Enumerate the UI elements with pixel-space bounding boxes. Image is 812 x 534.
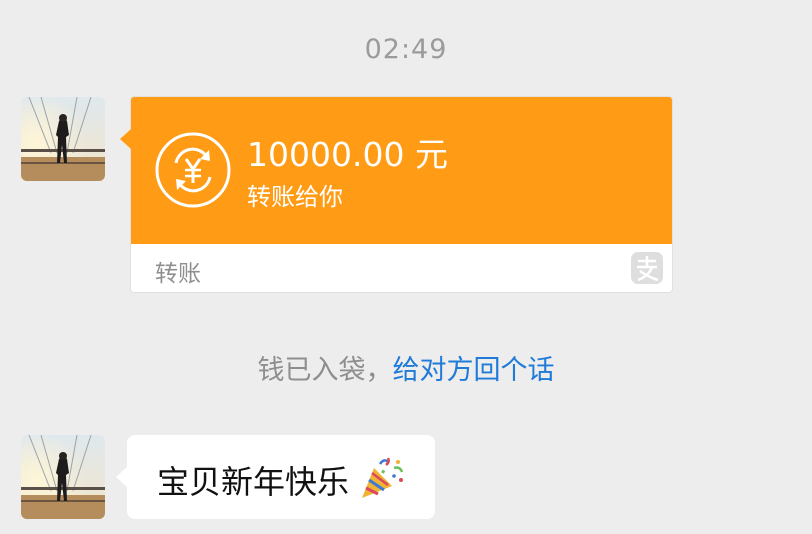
party-popper-icon — [358, 454, 406, 502]
contact-avatar[interactable] — [21, 97, 105, 181]
contact-avatar[interactable] — [21, 435, 105, 519]
message-timestamp: 02:49 — [364, 34, 448, 65]
system-notice: 钱已入袋，给对方回个话 — [0, 348, 812, 387]
message-text: 宝贝新年快乐 — [157, 463, 350, 501]
transfer-card-footer: 转账 — [131, 244, 672, 292]
chat-screen: 02:49 10000.00 元 转账给你 转账 钱已入袋，给对方回个话 宝贝新… — [0, 0, 812, 534]
bubble-tail — [120, 129, 131, 149]
bubble-tail — [116, 467, 127, 487]
text-message-bubble[interactable]: 宝贝新年快乐 — [116, 435, 435, 519]
transfer-card-header: 10000.00 元 转账给你 — [131, 97, 672, 244]
yuan-transfer-icon — [154, 131, 232, 209]
transfer-type-label: 转账 — [155, 261, 201, 287]
money-received-notice: 钱已入袋， — [257, 355, 393, 386]
reply-link[interactable]: 给对方回个话 — [393, 355, 555, 386]
transfer-description: 转账给你 — [247, 183, 343, 211]
alipay-icon — [630, 251, 664, 285]
transfer-message-card[interactable]: 10000.00 元 转账给你 转账 — [120, 96, 673, 293]
transfer-amount: 10000.00 元 — [247, 135, 448, 174]
